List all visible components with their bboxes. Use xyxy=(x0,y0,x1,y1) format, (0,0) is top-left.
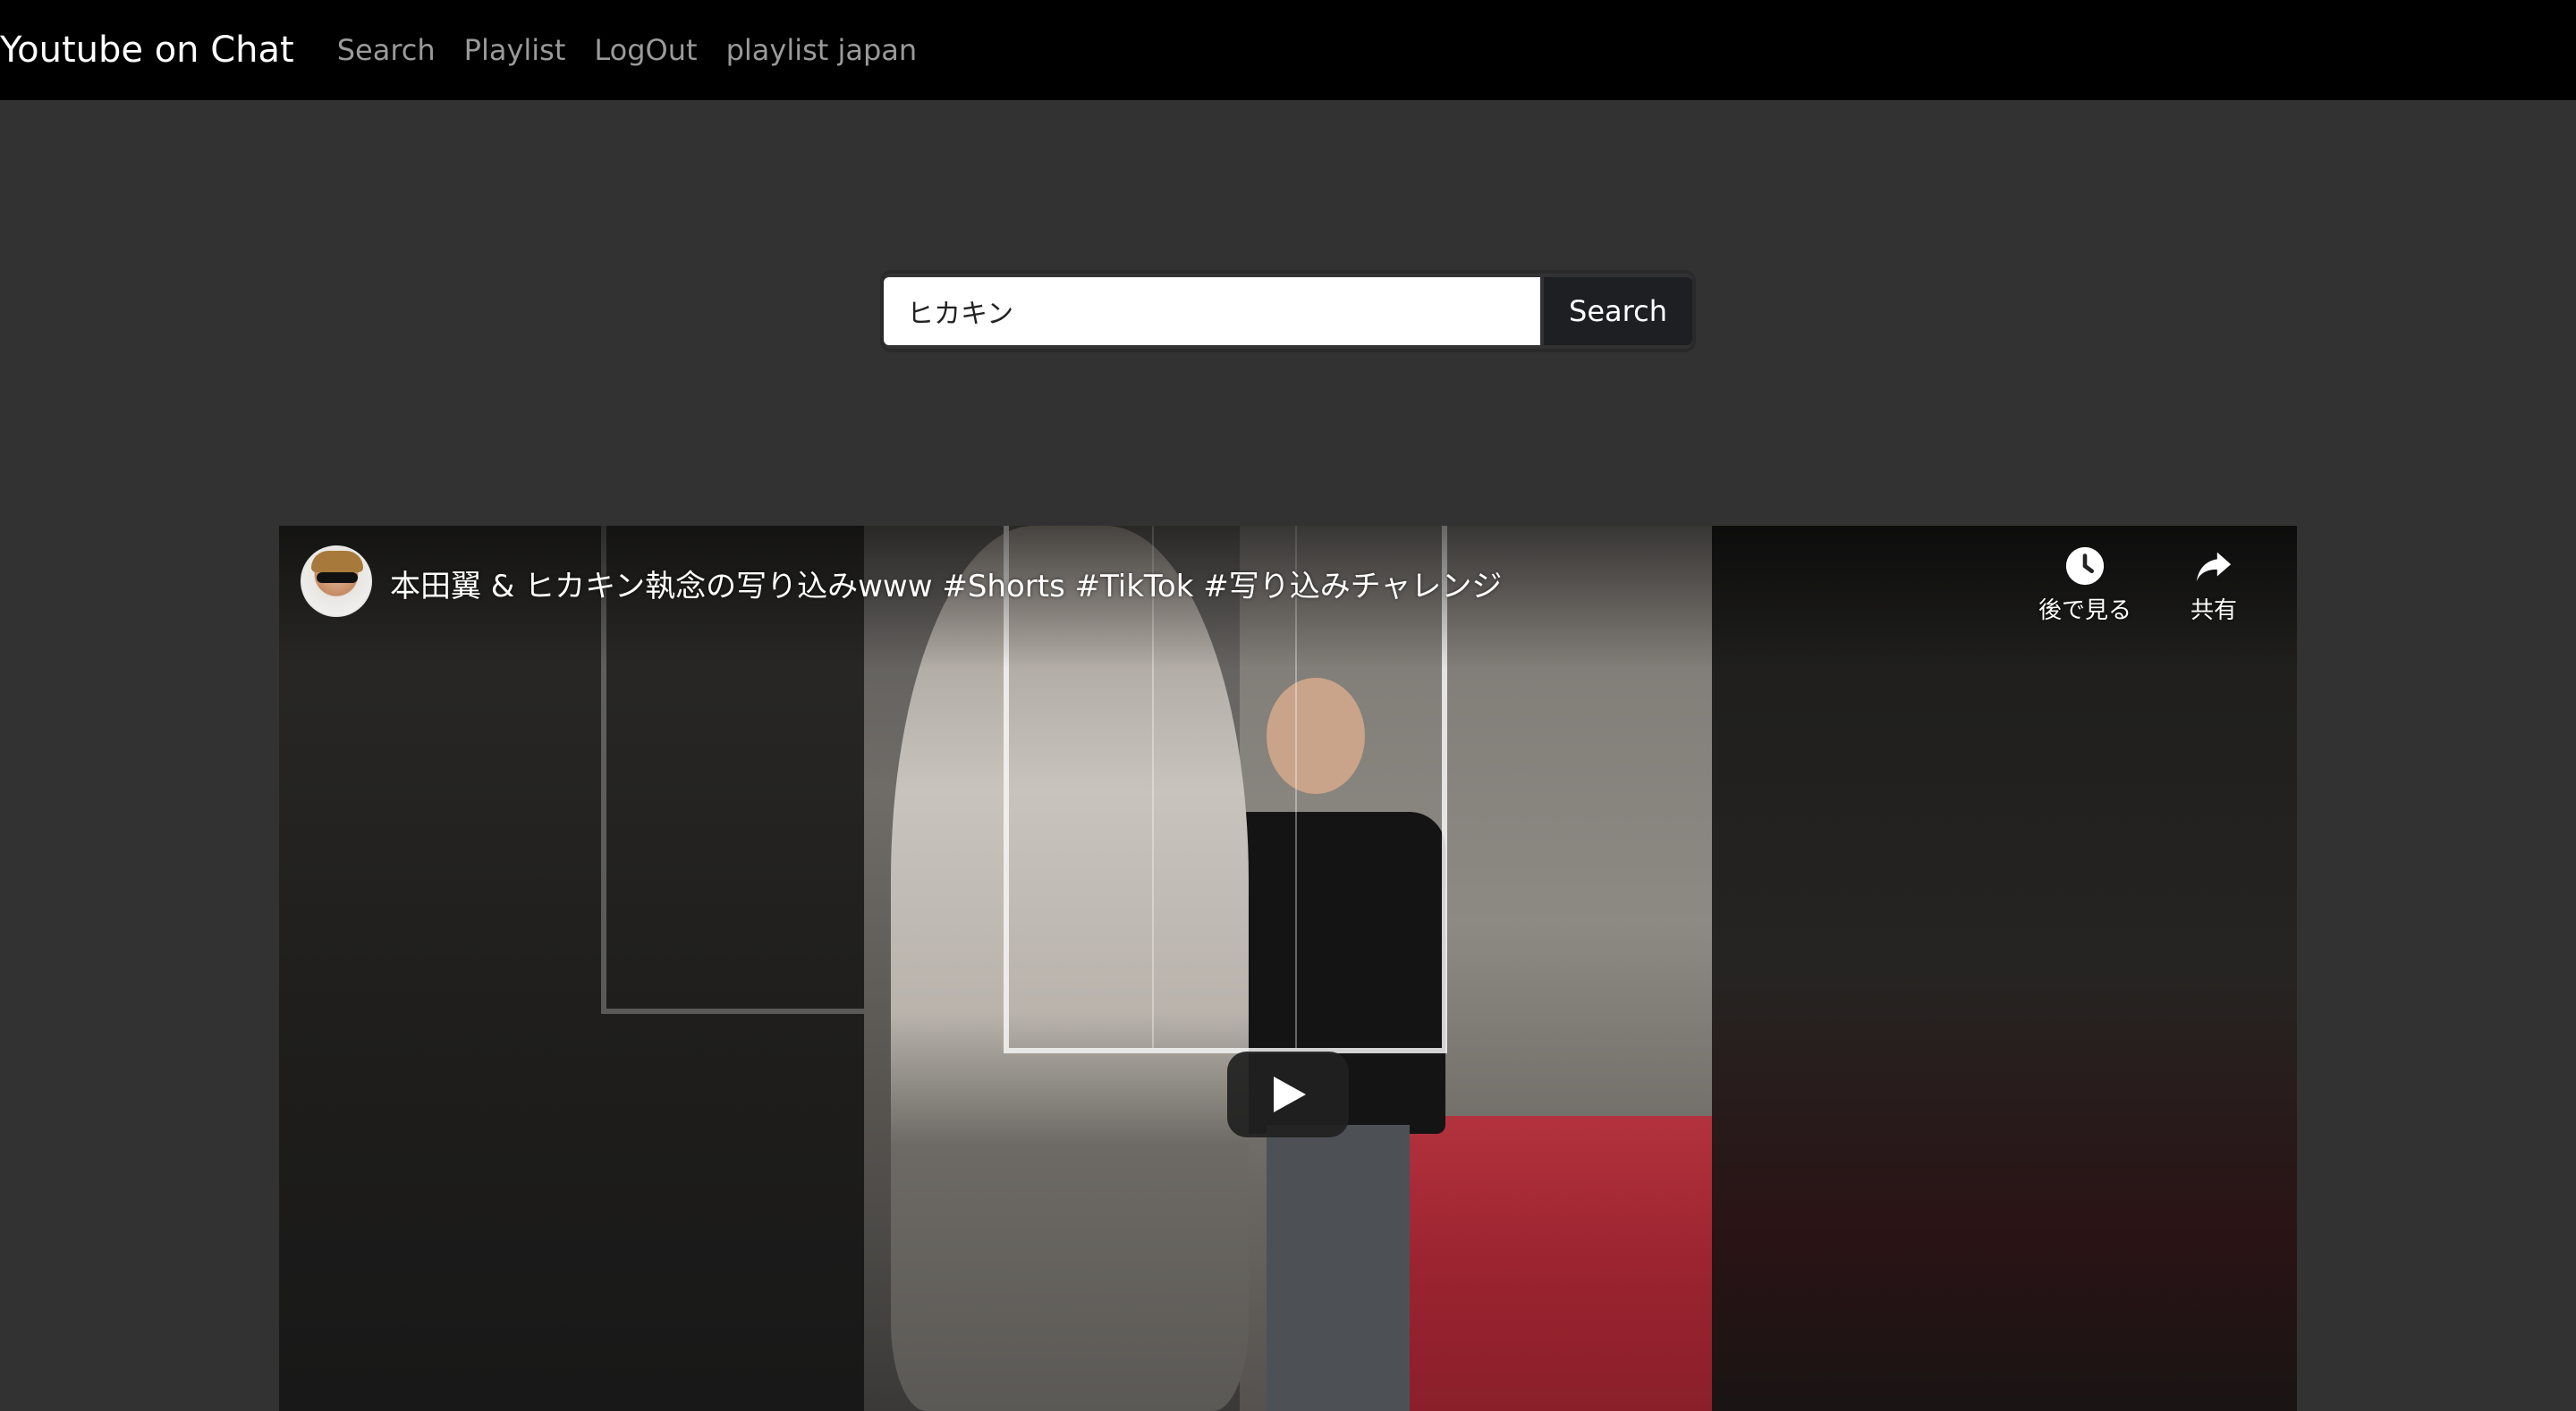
watch-later-label: 後で見る xyxy=(2038,597,2131,624)
avatar-glasses xyxy=(317,572,358,583)
nav-link-playlist[interactable]: Playlist xyxy=(464,33,566,67)
avatar-hair xyxy=(311,551,363,572)
search-form: Search xyxy=(884,274,1692,349)
nav-link-logout[interactable]: LogOut xyxy=(594,33,697,67)
share-icon xyxy=(2196,552,2232,582)
brand-link[interactable]: Youtube on Chat xyxy=(0,30,294,71)
nav-link-search[interactable]: Search xyxy=(337,33,436,67)
person-legs xyxy=(1267,1125,1410,1411)
nav-link-playlist-japan[interactable]: playlist japan xyxy=(726,33,918,67)
video-player[interactable]: 本田翼 & ヒカキン執念の写り込みwww #Shorts #TikTok #写り… xyxy=(279,526,2297,1411)
play-button[interactable] xyxy=(1227,1052,1349,1137)
watch-later-button[interactable]: 後で見る xyxy=(2018,545,2152,625)
navbar: Youtube on Chat Search Playlist LogOut p… xyxy=(0,0,2576,100)
video-title[interactable]: 本田翼 & ヒカキン執念の写り込みwww #Shorts #TikTok #写り… xyxy=(390,562,1502,605)
search-button[interactable]: Search xyxy=(1544,277,1692,345)
share-label: 共有 xyxy=(2190,597,2237,624)
play-icon xyxy=(1274,1077,1306,1112)
share-button[interactable]: 共有 xyxy=(2147,545,2281,625)
channel-avatar[interactable] xyxy=(301,545,372,617)
clock-icon xyxy=(2065,546,2105,586)
search-input[interactable] xyxy=(884,277,1540,345)
